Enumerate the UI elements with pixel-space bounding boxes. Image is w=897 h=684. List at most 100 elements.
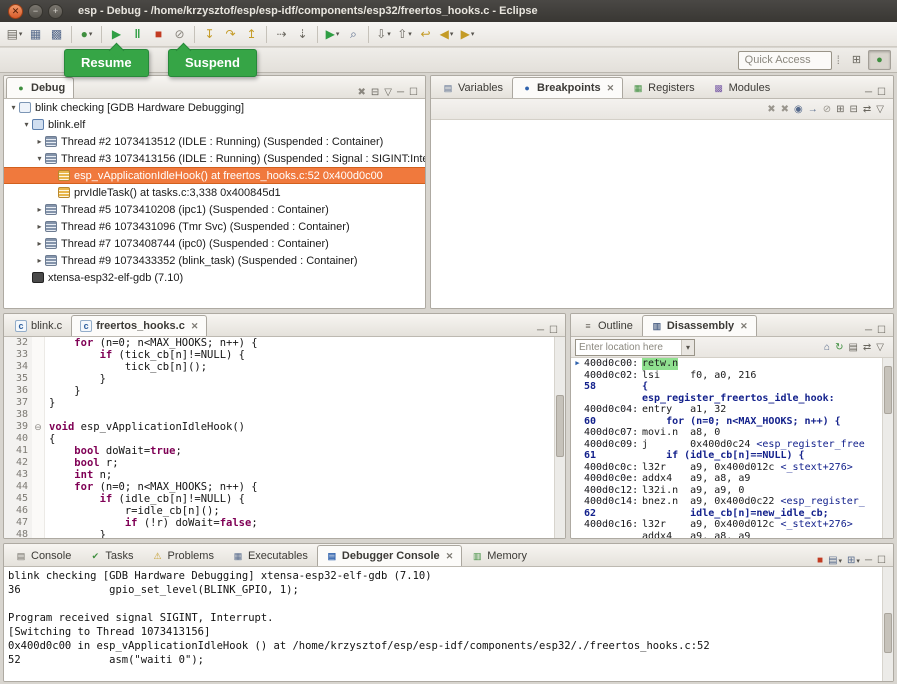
disasm-line[interactable]: esp_register_freertos_idle_hook: [571,393,893,405]
minimize-button[interactable]: ─ [397,87,404,98]
display-selected-console-button[interactable]: ▤▾ [828,555,842,566]
search-button[interactable]: ⌕ [343,24,364,45]
location-combo[interactable]: Enter location here ▾ [575,339,695,356]
disasm-line[interactable]: 60 for (n=0; n<MAX_HOOKS; n++) { [571,416,893,428]
suspend-button[interactable]: ‖ [127,24,148,45]
back-button[interactable]: ◀▾ [436,24,457,45]
fold-marker-icon[interactable]: ⊖ [32,421,45,433]
view-menu-button[interactable]: ▽ [876,342,884,353]
skip-all-breakpoints-button[interactable]: ⊘ [823,104,831,115]
disasm-line[interactable]: 400d0c16:l32r a9, 0x400d012c <_stext+276… [571,519,893,531]
view-menu-button[interactable]: ▽ [876,104,884,115]
minimize-button[interactable]: ─ [537,325,544,336]
refresh-button[interactable]: ↻ [835,342,843,353]
tree-item[interactable]: xtensa-esp32-elf-gdb (7.10) [4,269,425,286]
remove-all-breakpoints-button[interactable]: ✖ [781,104,789,115]
go-to-file-button[interactable]: → [808,104,818,115]
run-config-button[interactable]: ▶▾ [322,24,343,45]
disasm-line[interactable]: 61 if (idle_cb[n]==NULL) { [571,450,893,462]
tab-problems[interactable]: ⚠Problems [142,545,222,566]
disassembly-scrollbar[interactable] [882,358,893,538]
home-button[interactable]: ⌂ [824,342,830,353]
tab-debugger-console[interactable]: ▤Debugger Console✕ [317,545,462,566]
editor-scrollbar[interactable] [554,337,565,538]
new-button[interactable]: ▤▾ [4,24,25,45]
disasm-line[interactable]: ▶400d0c00:retw.n [571,358,893,370]
location-input[interactable]: Enter location here [576,342,681,353]
close-tab-icon[interactable]: ✕ [740,321,748,332]
link-with-debug-button[interactable]: ⇄ [863,104,871,115]
debug-perspective-button[interactable]: ● [868,50,891,70]
disasm-line[interactable]: 62 idle_cb[n]=new_idle_cb; [571,508,893,520]
next-annotation-button[interactable]: ⇩▾ [373,24,394,45]
tab-variables[interactable]: ▤Variables [433,77,512,98]
expander-closed-icon[interactable]: ▸ [34,205,45,214]
window-maximize-button[interactable]: + [48,4,63,19]
tree-item[interactable]: ▸Thread #2 1073413512 (IDLE : Running) (… [4,133,425,150]
terminate-button[interactable]: ■ [148,24,169,45]
expander-closed-icon[interactable]: ▸ [34,239,45,248]
open-console-button[interactable]: ⊞▾ [847,555,860,566]
step-into-button[interactable]: ↧ [199,24,220,45]
remove-terminated-button[interactable]: ✖ [357,87,365,98]
expander-open-icon[interactable]: ▾ [34,154,45,163]
save-button[interactable]: ▦ [25,24,46,45]
tree-item[interactable]: ▾blink checking [GDB Hardware Debugging] [4,99,425,116]
disasm-line[interactable]: 400d0c09:j 0x400d0c24 <esp_register_free [571,439,893,451]
console-scrollbar-thumb[interactable] [884,613,892,653]
tab-executables[interactable]: ▦Executables [223,545,317,566]
sync-selection-button[interactable]: ⇄ [863,342,871,353]
maximize-button[interactable]: ☐ [549,325,558,336]
tab-console[interactable]: ▤Console [6,545,80,566]
maximize-button[interactable]: ☐ [877,325,886,336]
disasm-line[interactable]: 400d0c14:bnez.n a9, 0x400d0c22 <esp_regi… [571,496,893,508]
disassembly-content[interactable]: ▶400d0c00:retw.n400d0c02:lsi f0, a0, 216… [571,358,893,538]
code-editor[interactable]: 32 for (n=0; n<MAX_HOOKS; n++) {33 if (t… [4,337,565,538]
disconnect-button[interactable]: ⊘ [169,24,190,45]
terminate-button[interactable]: ■ [817,555,823,566]
save-all-button[interactable]: ▩ [46,24,67,45]
maximize-button[interactable]: ☐ [877,87,886,98]
instruction-stepping-button[interactable]: ⇢ [271,24,292,45]
resume-button[interactable]: ▶ [106,24,127,45]
editor-scrollbar-thumb[interactable] [556,395,564,457]
forward-button[interactable]: ▶▾ [457,24,478,45]
expander-closed-icon[interactable]: ▸ [34,222,45,231]
show-breakpoints-supported-button[interactable]: ◉ [794,104,803,115]
open-perspective-button[interactable]: ⊞ [845,50,868,70]
drop-to-frame-button[interactable]: ⇣ [292,24,313,45]
disasm-line[interactable]: 400d0c0c:l32r a9, 0x400d012c <_stext+276… [571,462,893,474]
expander-open-icon[interactable]: ▾ [8,103,19,112]
debug-config-button[interactable]: ●▾ [76,24,97,45]
disasm-line[interactable]: addx4 a9, a8, a9 [571,531,893,539]
tab-disassembly[interactable]: ▥Disassembly✕ [642,315,757,336]
tree-item[interactable]: ▾Thread #3 1073413156 (IDLE : Running) (… [4,150,425,167]
step-return-button[interactable]: ↥ [241,24,262,45]
collapse-all-button[interactable]: ⊟ [850,104,858,115]
breakpoints-list[interactable] [431,120,893,308]
tab-tasks[interactable]: ✔Tasks [80,545,142,566]
disasm-line[interactable]: 58{ [571,381,893,393]
expander-open-icon[interactable]: ▾ [21,120,32,129]
tree-item[interactable]: ▾blink.elf [4,116,425,133]
minimize-button[interactable]: ─ [865,555,872,566]
console-scrollbar[interactable] [882,567,893,681]
minimize-button[interactable]: ─ [865,325,872,336]
tab-modules[interactable]: ▩Modules [704,77,780,98]
close-tab-icon[interactable]: ✕ [446,551,454,562]
console-content[interactable]: blink checking [GDB Hardware Debugging] … [4,567,893,681]
tab-outline[interactable]: ≡Outline [573,315,642,336]
collapse-all-button[interactable]: ⊟ [371,87,379,98]
tree-item[interactable]: ▸Thread #9 1073433352 (blink_task) (Susp… [4,252,425,269]
remove-breakpoint-button[interactable]: ✖ [767,104,775,115]
step-over-button[interactable]: ↷ [220,24,241,45]
expander-closed-icon[interactable]: ▸ [34,256,45,265]
tab-debug[interactable]: ●Debug [6,77,74,98]
tree-item[interactable]: prvIdleTask() at tasks.c:3,338 0x400845d… [4,184,425,201]
tab-breakpoints[interactable]: ●Breakpoints✕ [512,77,623,98]
disasm-line[interactable]: 400d0c02:lsi f0, a0, 216 [571,370,893,382]
tab-registers[interactable]: ▦Registers [623,77,703,98]
tree-item[interactable]: ▸Thread #5 1073410208 (ipc1) (Suspended … [4,201,425,218]
debug-tree[interactable]: ▾blink checking [GDB Hardware Debugging]… [4,99,425,308]
disasm-line[interactable]: 400d0c12:l32i.n a9, a9, 0 [571,485,893,497]
